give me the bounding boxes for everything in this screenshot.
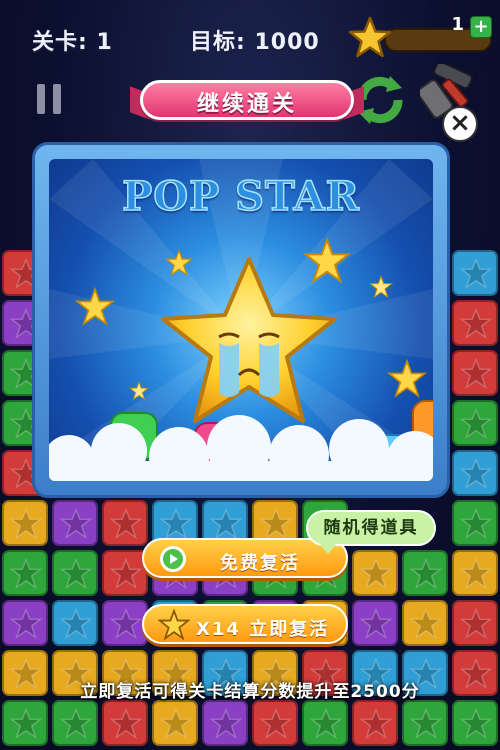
pause-button[interactable] <box>34 84 64 114</box>
tile-star-icon <box>459 707 493 740</box>
dialog-artwork: POP STAR <box>49 159 433 481</box>
random-item-label: 随机得道具 <box>323 518 419 538</box>
tile-star-icon <box>109 707 143 740</box>
star-tile[interactable] <box>2 500 48 546</box>
game-screen: 关卡: 1 目标: 1000 1 + POP STAR 继续通关 × 免费复活 … <box>0 0 500 750</box>
tile-star-icon <box>159 507 193 540</box>
star-tile[interactable] <box>452 450 498 496</box>
tile-star-icon <box>359 557 393 590</box>
tile-star-icon <box>259 707 293 740</box>
target-score-label: 目标: 1000 <box>190 30 320 55</box>
star-tile[interactable] <box>202 700 248 746</box>
star-tile[interactable] <box>102 700 148 746</box>
tile-star-icon <box>309 707 343 740</box>
tile-star-icon <box>459 557 493 590</box>
star-tile[interactable] <box>52 600 98 646</box>
tile-star-icon <box>359 707 393 740</box>
tile-star-icon <box>409 557 443 590</box>
star-tile[interactable] <box>452 700 498 746</box>
continue-banner: 继续通关 <box>130 74 364 126</box>
revive-hint: 立即复活可得关卡结算分数提升至2500分 <box>80 682 420 702</box>
star-tile[interactable] <box>452 550 498 596</box>
tile-star-icon <box>59 507 93 540</box>
play-icon <box>160 546 186 572</box>
continue-dialog: POP STAR <box>32 142 450 498</box>
tile-star-icon <box>459 607 493 640</box>
star-tile[interactable] <box>452 500 498 546</box>
star-tile[interactable] <box>452 350 498 396</box>
star-tile[interactable] <box>352 600 398 646</box>
tile-star-icon <box>409 707 443 740</box>
tile-star-icon <box>459 357 493 390</box>
star-tile[interactable] <box>252 700 298 746</box>
tile-star-icon <box>209 707 243 740</box>
tile-star-icon <box>409 607 443 640</box>
star-tile[interactable] <box>452 250 498 296</box>
pause-icon-bar <box>53 84 61 114</box>
star-tile[interactable] <box>452 300 498 346</box>
tile-star-icon <box>9 557 43 590</box>
tile-star-icon <box>109 557 143 590</box>
star-tile[interactable] <box>2 600 48 646</box>
star-tile[interactable] <box>102 500 148 546</box>
star-tile[interactable] <box>402 600 448 646</box>
star-tile[interactable] <box>2 700 48 746</box>
tile-star-icon <box>209 507 243 540</box>
free-revive-label: 免费复活 <box>220 553 300 574</box>
star-tile[interactable] <box>152 700 198 746</box>
level-label: 关卡: 1 <box>32 30 113 55</box>
star-tile[interactable] <box>352 550 398 596</box>
tile-star-icon <box>9 607 43 640</box>
star-tile[interactable] <box>452 600 498 646</box>
star-tile[interactable] <box>452 400 498 446</box>
star-tile[interactable] <box>402 700 448 746</box>
tile-star-icon <box>59 607 93 640</box>
tile-star-icon <box>109 507 143 540</box>
tile-star-icon <box>59 707 93 740</box>
star-tile[interactable] <box>302 700 348 746</box>
star-currency-icon <box>348 16 392 58</box>
tile-star-icon <box>59 557 93 590</box>
crying-star-mascot <box>161 257 337 423</box>
star-tile[interactable] <box>52 500 98 546</box>
add-stars-button[interactable]: + <box>470 16 492 38</box>
bubble-tip <box>320 544 336 554</box>
random-item-bubble: 随机得道具 <box>306 510 436 554</box>
tile-star-icon <box>459 507 493 540</box>
tile-star-icon <box>459 307 493 340</box>
tile-star-icon <box>359 607 393 640</box>
tile-star-icon <box>109 607 143 640</box>
star-tile[interactable] <box>52 550 98 596</box>
tile-star-icon <box>459 457 493 490</box>
close-button[interactable]: × <box>442 106 478 142</box>
star-tile[interactable] <box>352 700 398 746</box>
banner-title: 继续通关 <box>196 92 297 117</box>
star-revive-label: X14 立即复活 <box>196 619 330 640</box>
pause-icon <box>37 84 45 114</box>
star-count: 1 <box>451 14 464 35</box>
tile-star-icon <box>459 257 493 290</box>
star-revive-button[interactable]: X14 立即复活 <box>142 604 348 644</box>
star-currency-bar: 1 + <box>348 14 496 62</box>
tile-star-icon <box>459 407 493 440</box>
tile-star-icon <box>159 707 193 740</box>
tile-star-icon <box>259 507 293 540</box>
tile-star-icon <box>9 707 43 740</box>
star-tile[interactable] <box>2 550 48 596</box>
star-tile[interactable] <box>402 550 448 596</box>
star-tile[interactable] <box>52 700 98 746</box>
tile-star-icon <box>9 507 43 540</box>
star-icon <box>158 609 190 641</box>
